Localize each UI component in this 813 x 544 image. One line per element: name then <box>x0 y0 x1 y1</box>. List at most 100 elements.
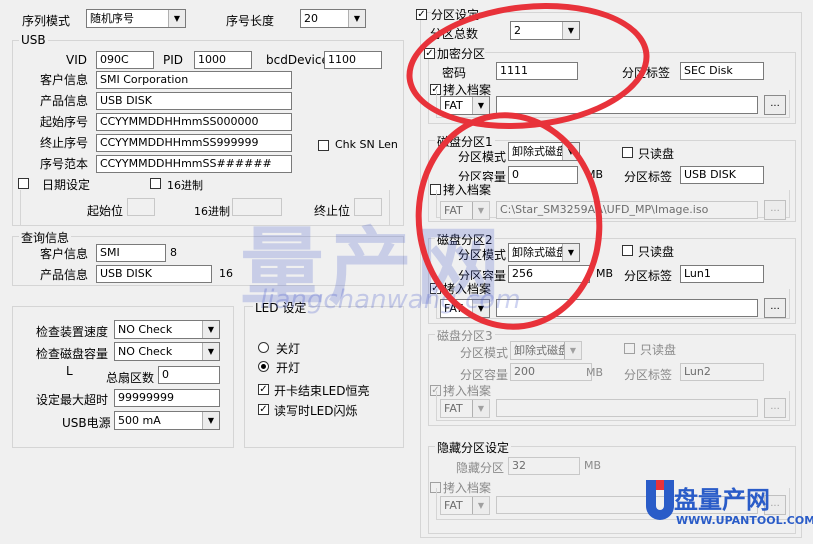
disk3-title: 磁盘分区3 <box>435 327 495 344</box>
chevron-down-icon[interactable]: ▼ <box>564 342 581 359</box>
serial-mode-value: 随机序号 <box>90 12 134 25</box>
query-product-label: 产品信息 <box>40 268 89 282</box>
product-info-label: 产品信息 <box>40 94 89 108</box>
led-off-radio[interactable] <box>258 342 269 353</box>
l-label: L <box>66 364 73 378</box>
disk3-fs-select[interactable]: FAT ▼ <box>440 399 490 418</box>
disk3-mode-select[interactable]: 卸除式磁盘 ▼ <box>510 341 582 360</box>
disk3-unit: MB <box>586 366 604 379</box>
serial-length-label: 序号长度 <box>226 14 275 28</box>
chk-sn-len-checkbox[interactable] <box>318 140 329 151</box>
start-serial-input[interactable]: CCYYMMDDHHmmSS000000 <box>96 113 292 131</box>
serial-length-select[interactable]: 20 ▼ <box>300 9 366 28</box>
serial-mode-label: 序列模式 <box>22 14 71 28</box>
usb-group-title: USB <box>19 33 48 47</box>
vid-input[interactable]: 090C <box>96 51 154 69</box>
disk2-readonly-label: 只读盘 <box>638 245 675 259</box>
query-customer-label: 客户信息 <box>40 247 89 261</box>
end-serial-input[interactable]: CCYYMMDDHHmmSS999999 <box>96 134 292 152</box>
chk-sn-len-label: Chk SN Len <box>335 138 398 151</box>
check-speed-select[interactable]: NO Check ▼ <box>114 320 220 339</box>
disk2-tag-label: 分区标签 <box>624 269 673 283</box>
encrypted-tag-input[interactable]: SEC Disk <box>680 62 764 80</box>
disk3-readonly-label: 只读盘 <box>640 343 677 357</box>
partition-enable-checkbox[interactable]: ✓ <box>416 9 427 20</box>
customer-info-input[interactable]: SMI Corporation <box>96 71 292 89</box>
disk1-readonly-checkbox[interactable] <box>622 147 633 158</box>
hex16b-label: 16进制 <box>194 205 230 218</box>
max-timeout-input[interactable]: 99999999 <box>114 389 220 407</box>
serial-sample-label: 序号范本 <box>40 157 89 171</box>
date-set-checkbox[interactable] <box>18 178 29 189</box>
query-group-title: 查询信息 <box>19 229 72 246</box>
serial-sample-input[interactable]: CCYYMMDDHHmmSS###### <box>96 155 292 173</box>
serial-length-value: 20 <box>304 12 318 25</box>
chevron-down-icon[interactable]: ▼ <box>348 10 365 27</box>
query-customer-input[interactable]: SMI <box>96 244 166 262</box>
total-sectors-label: 总扇区数 <box>106 371 155 385</box>
disk1-browse-button[interactable]: ... <box>764 200 786 220</box>
check-speed-label: 检查装置速度 <box>36 325 109 339</box>
hidden-partition-title: 隐藏分区设定 <box>435 439 512 456</box>
led-end-bright-label: 开卡结束LED恒亮 <box>274 384 370 398</box>
start-pos-label: 起始位 <box>87 204 124 218</box>
disk3-readonly-checkbox[interactable] <box>624 343 635 354</box>
led-group: LED 设定 <box>244 299 404 448</box>
max-timeout-label: 设定最大超时 <box>36 393 109 407</box>
hex16-checkbox[interactable] <box>150 178 161 189</box>
led-end-bright-checkbox[interactable]: ✓ <box>258 384 269 395</box>
check-capacity-value: NO Check <box>118 345 173 358</box>
disk3-fs-value: FAT <box>444 402 463 415</box>
logo-text: 盘量产网 <box>674 486 770 514</box>
query-product-input[interactable]: USB DISK <box>96 265 212 283</box>
product-info-input[interactable]: USB DISK <box>96 92 292 110</box>
chevron-down-icon[interactable]: ▼ <box>202 321 219 338</box>
disk1-tag-input[interactable]: USB DISK <box>680 166 764 184</box>
hidden-partition-label: 隐藏分区 <box>456 461 505 475</box>
disk1-tag-label: 分区标签 <box>624 170 673 184</box>
query-product-length: 16 <box>219 267 233 280</box>
led-on-label: 开灯 <box>276 361 301 375</box>
disk1-readonly-label: 只读盘 <box>638 147 675 161</box>
disk3-tag-label: 分区标签 <box>624 368 673 382</box>
led-rw-blink-checkbox[interactable]: ✓ <box>258 404 269 415</box>
disk3-capacity-label: 分区容量 <box>460 368 509 382</box>
chevron-down-icon[interactable]: ▼ <box>202 412 219 429</box>
disk3-image-path[interactable] <box>496 399 758 417</box>
disk2-tag-input[interactable]: Lun1 <box>680 265 764 283</box>
chevron-down-icon[interactable]: ▼ <box>202 343 219 360</box>
check-speed-value: NO Check <box>118 323 173 336</box>
encrypted-browse-button[interactable]: ... <box>764 95 786 115</box>
chevron-down-icon[interactable]: ▼ <box>472 497 489 514</box>
led-off-label: 关灯 <box>276 342 301 356</box>
pid-label: PID <box>163 53 184 67</box>
bcd-device-label: bcdDevice <box>266 53 329 67</box>
disk3-browse-button[interactable]: ... <box>764 398 786 418</box>
led-rw-blink-label: 读写时LED闪烁 <box>274 404 358 418</box>
start-pos-input[interactable] <box>127 198 155 216</box>
chevron-down-icon[interactable]: ▼ <box>168 10 185 27</box>
disk3-capacity-input[interactable]: 200 <box>510 363 592 381</box>
disk3-tag-input[interactable]: Lun2 <box>680 363 764 381</box>
hidden-fs-select[interactable]: FAT ▼ <box>440 496 490 515</box>
site-logo: 盘量产网 WWW.UPANTOOL.COM <box>640 478 813 542</box>
usb-power-select[interactable]: 500 mA ▼ <box>114 411 220 430</box>
check-capacity-label: 检查磁盘容量 <box>36 347 109 361</box>
disk2-browse-button[interactable]: ... <box>764 298 786 318</box>
usb-power-label: USB电源 <box>62 416 111 430</box>
usb-power-value: 500 mA <box>118 414 161 427</box>
serial-mode-select[interactable]: 随机序号 ▼ <box>86 9 186 28</box>
led-on-radio[interactable] <box>258 361 269 372</box>
disk3-mode-value: 卸除式磁盘 <box>514 344 569 357</box>
disk2-readonly-checkbox[interactable] <box>622 245 633 256</box>
disk2-unit: MB <box>596 267 614 280</box>
disk3-mode-label: 分区模式 <box>460 346 509 360</box>
check-capacity-select[interactable]: NO Check ▼ <box>114 342 220 361</box>
end-serial-label: 终止序号 <box>40 136 89 150</box>
total-sectors-input[interactable]: 0 <box>158 366 220 384</box>
hidden-partition-input[interactable]: 32 <box>508 457 580 475</box>
bcd-device-input[interactable]: 1100 <box>324 51 382 69</box>
customer-info-label: 客户信息 <box>40 73 89 87</box>
pid-input[interactable]: 1000 <box>194 51 252 69</box>
chevron-down-icon[interactable]: ▼ <box>472 400 489 417</box>
